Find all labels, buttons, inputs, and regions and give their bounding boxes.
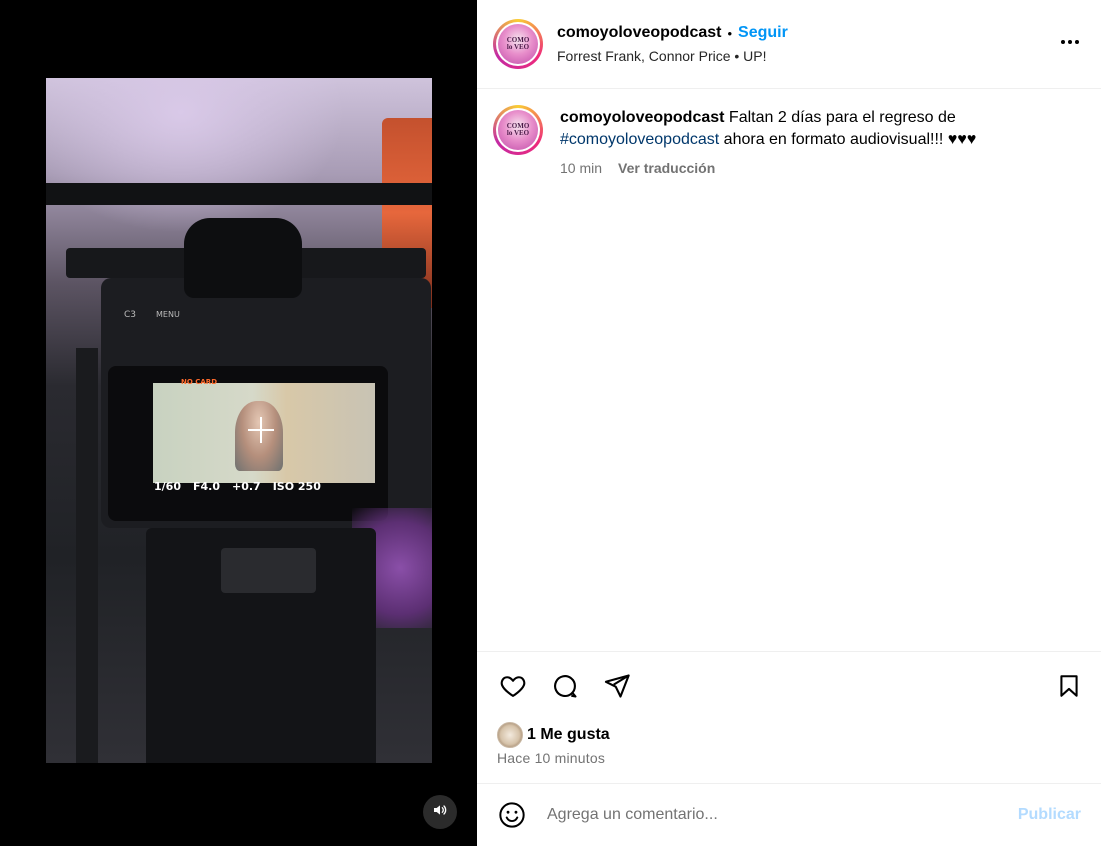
no-card-warning: NO CARD <box>181 378 218 386</box>
caption-text-after: ahora en formato audiovisual!!! ♥♥♥ <box>719 131 977 148</box>
separator-dot: • <box>727 25 733 41</box>
camera-menu-label: MENU <box>156 310 180 319</box>
exposure-value: +0.7 <box>232 480 261 493</box>
post-header: COMO lo VEO comoyoloveopodcast • Seguir … <box>477 0 1101 89</box>
send-icon[interactable] <box>601 670 633 702</box>
bookmark-icon[interactable] <box>1053 670 1085 702</box>
liker-avatar[interactable] <box>497 722 523 748</box>
post-video[interactable]: C3 MENU NO CARD 1/60 F4.0 +0.7 ISO 250 <box>46 78 432 763</box>
comment-bar: Publicar <box>477 784 1101 846</box>
shutter-value: 1/60 <box>154 480 181 493</box>
rig-pole <box>76 348 98 763</box>
comment-input[interactable] <box>547 806 1018 824</box>
rig-top-bar <box>46 183 432 205</box>
hashtag-link[interactable]: #comoyoloveopodcast <box>560 131 719 148</box>
more-options-icon[interactable] <box>1061 32 1079 52</box>
caption-avatar[interactable]: COMO lo VEO <box>493 105 543 155</box>
camera-c3-label: C3 <box>124 310 137 320</box>
sound-toggle-button[interactable] <box>423 795 457 829</box>
iso-value: ISO 250 <box>272 480 321 493</box>
caption-text-before: Faltan 2 días para el regreso de <box>724 109 956 126</box>
publish-button[interactable]: Publicar <box>1018 806 1081 824</box>
focus-cross-v <box>260 417 262 443</box>
camera-eyecup <box>184 218 302 298</box>
caption-time: 10 min <box>560 160 603 176</box>
caption-section: COMO lo VEO comoyoloveopodcast Faltan 2 … <box>477 89 1101 652</box>
camera-readout: 1/60 F4.0 +0.7 ISO 250 <box>154 480 374 493</box>
profile-avatar[interactable]: COMO lo VEO <box>493 19 543 69</box>
see-translation-button[interactable]: Ver traducción <box>618 160 715 176</box>
caption-text: comoyoloveopodcast Faltan 2 días para el… <box>560 107 1060 151</box>
speaker-icon <box>432 802 448 823</box>
post-timestamp[interactable]: Hace 10 minutos <box>497 750 605 766</box>
instagram-post-modal: C3 MENU NO CARD 1/60 F4.0 +0.7 ISO 250 C… <box>0 0 1101 846</box>
comment-icon[interactable] <box>549 670 581 702</box>
aperture-value: F4.0 <box>192 480 220 493</box>
caption-username[interactable]: comoyoloveopodcast <box>560 109 724 126</box>
post-side-panel: COMO lo VEO comoyoloveopodcast • Seguir … <box>477 0 1101 846</box>
mount-plate <box>221 548 316 593</box>
avatar-logo: COMO lo VEO <box>498 110 538 150</box>
avatar-logo: COMO lo VEO <box>498 24 538 64</box>
emoji-icon[interactable] <box>497 800 527 830</box>
media-pane: C3 MENU NO CARD 1/60 F4.0 +0.7 ISO 250 <box>0 0 477 846</box>
camera-screen <box>153 383 375 483</box>
header-username[interactable]: comoyoloveopodcast <box>557 24 721 42</box>
audio-attribution[interactable]: Forrest Frank, Connor Price • UP! <box>557 48 788 64</box>
likes-summary[interactable]: 1 Me gusta <box>497 722 610 748</box>
likes-count[interactable]: 1 Me gusta <box>527 726 610 744</box>
heart-icon[interactable] <box>497 670 529 702</box>
screen-subject <box>235 401 283 471</box>
action-bar: 1 Me gusta Hace 10 minutos <box>477 652 1101 784</box>
follow-button[interactable]: Seguir <box>738 24 788 42</box>
